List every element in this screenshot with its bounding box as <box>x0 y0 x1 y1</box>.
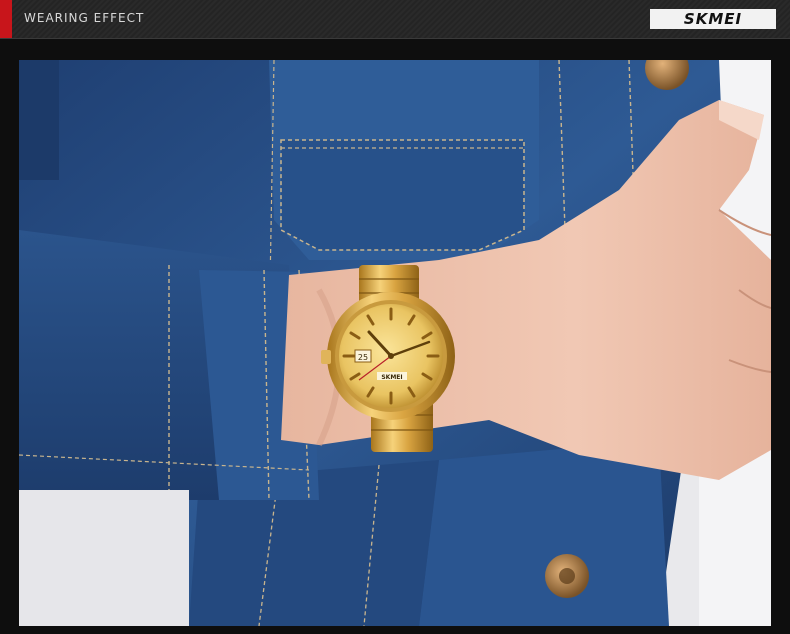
wearing-photo-illustration: 25 SKMEI <box>19 60 771 626</box>
header-bar: WEARING EFFECT SKMEI <box>0 0 790 39</box>
brand-logo: SKMEI <box>650 9 776 29</box>
section-title: WEARING EFFECT <box>24 11 145 25</box>
product-photo: 25 SKMEI <box>19 60 771 626</box>
dial-brand: SKMEI <box>381 374 402 381</box>
header-accent-stripe <box>0 0 12 38</box>
date-window: 25 <box>358 353 368 362</box>
crown-icon <box>321 350 331 364</box>
brand-logo-text: SKMEI <box>683 10 743 28</box>
